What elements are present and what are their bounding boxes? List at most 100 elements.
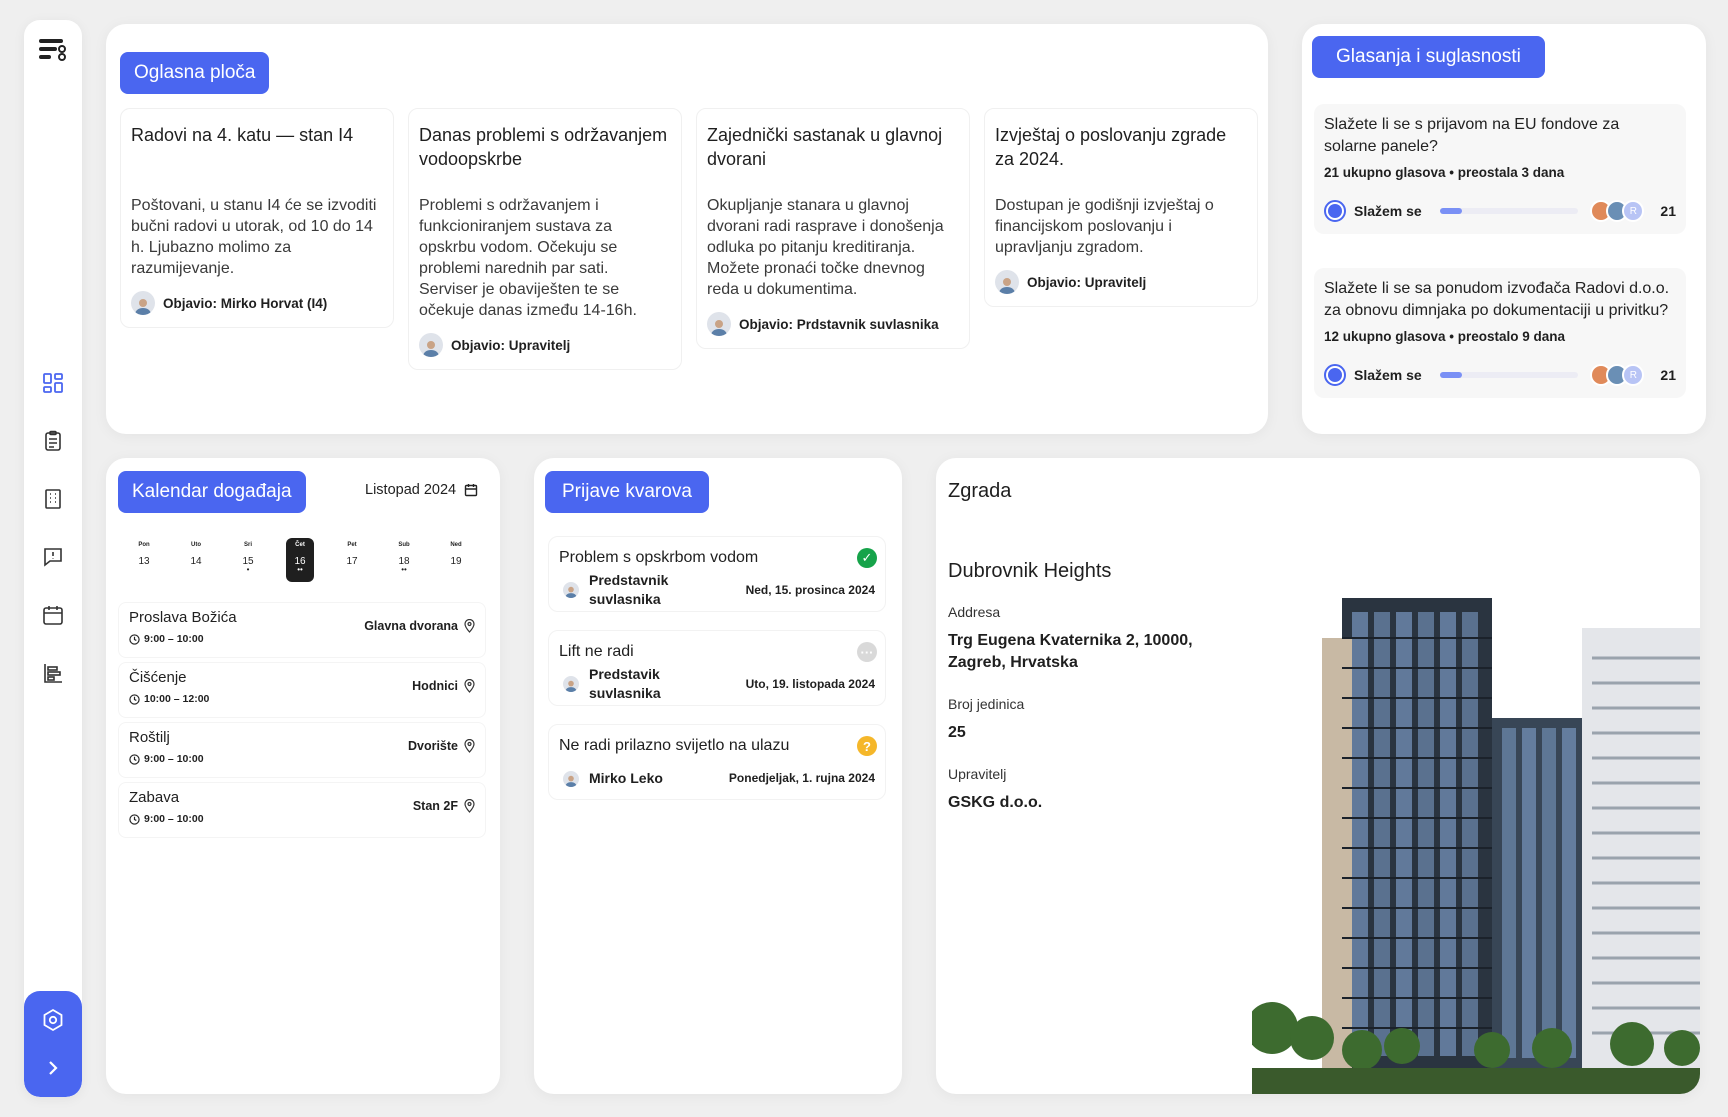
calendar-day[interactable]: Sub 18 •• [390,538,418,582]
day-num: 13 [138,556,150,567]
event-item[interactable]: Proslava Božića 9:00 – 10:00 Glavna dvor… [118,602,486,658]
event-title: Proslava Božića [129,609,237,626]
fault-reporter: Mirko Leko [563,769,663,788]
building-icon[interactable] [40,486,66,512]
avatar [419,333,443,357]
chevron-right-icon[interactable] [40,1055,66,1081]
notice-board-title: Oglasna ploča [120,52,270,94]
poll-question: Slažete li se s prijavom na EU fondove z… [1324,116,1620,155]
notice-item[interactable]: Radovi na 4. katu — stan I4 Poštovani, u… [120,108,394,328]
poll-option-label: Slažem se [1354,367,1422,383]
sidebar [24,20,82,1097]
calendar-day[interactable]: Ned 19 [442,538,470,582]
poll-count: 21 [1660,203,1676,219]
clipboard-icon[interactable] [40,428,66,454]
fault-item[interactable]: Ne radi prilazno svijetlo na ulazu ? Mir… [548,724,886,800]
poll-option[interactable]: Slažem se R 21 [1324,188,1676,234]
address-label: Addresa [948,604,1001,620]
notice-item[interactable]: Izvještaj o poslovanju zgrade za 2024. D… [984,108,1258,307]
building-name: Dubrovnik Heights [948,560,1112,582]
fault-date: Uto, 19. listopada 2024 [745,677,875,691]
notice-author: Objavio: Mirko Horvat (I4) [131,291,383,315]
poll-radio[interactable] [1324,364,1346,386]
fault-item[interactable]: Problem s opskrbom vodom ✓ Predstavnik s… [548,536,886,612]
poll-radio[interactable] [1324,200,1346,222]
pin-icon [464,799,475,813]
day-name: Sri [243,542,252,548]
fault-item[interactable]: Lift ne radi ··· Predstavik suvlasnika U… [548,630,886,706]
day-dots: •• [401,565,407,574]
pin-icon [464,739,475,753]
pin-icon [464,679,475,693]
calendar-day[interactable]: Uto 14 [182,538,210,582]
calendar-day[interactable]: Pon 13 [130,538,158,582]
notice-author: Objavio: Prdstavnik suvlasnika [707,312,959,336]
check-icon: ✓ [857,548,877,568]
dashboard-icon[interactable] [40,370,66,396]
poll-progress-bar [1439,208,1579,214]
day-dots: •• [297,565,303,574]
day-num: 17 [346,556,358,567]
fault-reporter: Predstavik suvlasnika [563,665,689,703]
avatar [131,291,155,315]
poll-option[interactable]: Slažem se R 21 [1324,352,1676,398]
polls-title: Glasanja i suglasnosti [1312,36,1545,78]
polls-card: Glasanja i suglasnosti Slažete li se s p… [1302,24,1706,434]
event-title: Roštilj [129,729,170,746]
day-name: Uto [191,542,201,548]
day-name: Čet [295,542,305,548]
notice-body: Poštovani, u stanu I4 će se izvoditi buč… [131,197,377,277]
fault-title: Ne radi prilazno svijetlo na ulazu [559,737,790,754]
fault-title: Problem s opskrbom vodom [559,549,759,566]
chart-icon[interactable] [40,660,66,686]
clock-icon [129,693,140,705]
calendar-icon[interactable] [40,602,66,628]
units-label: Broj jedinica [948,696,1025,712]
event-item[interactable]: Roštilj 9:00 – 10:00 Dvorište [118,722,486,778]
pin-icon [464,619,475,633]
day-dots: • [246,565,250,574]
message-icon[interactable] [40,544,66,570]
clock-icon [129,753,140,765]
poll-progress-bar [1439,372,1579,378]
event-title: Zabava [129,789,180,806]
sidebar-bottom-panel [24,991,82,1097]
event-item[interactable]: Čišćenje 10:00 – 12:00 Hodnici [118,662,486,718]
units-value: 25 [948,724,966,741]
settings-icon[interactable] [40,1007,66,1033]
event-item[interactable]: Zabava 9:00 – 10:00 Stan 2F [118,782,486,838]
notice-body: Problemi s održavanjem i funkcioniranjem… [419,197,637,319]
notice-title: Danas problemi s održavanjem vodoopskrbe [419,125,668,169]
notice-title: Izvještaj o poslovanju zgrade za 2024. [995,125,1227,169]
calendar-day[interactable]: Pet 17 [338,538,366,582]
day-name: Ned [450,542,462,548]
avatar [995,270,1019,294]
notice-item[interactable]: Zajednički sastanak u glavnoj dvorani Ok… [696,108,970,349]
notice-body: Okupljanje stanara u glavnoj dvorani rad… [707,197,944,298]
notice-title: Zajednički sastanak u glavnoj dvorani [707,125,943,169]
manager-value: GSKG d.o.o. [948,794,1043,811]
event-location: Glavna dvorana [364,619,475,633]
poll-meta: 21 ukupno glasova • preostala 3 dana [1324,165,1565,180]
poll-item: Slažete li se s prijavom na EU fondove z… [1314,104,1686,234]
calendar-day[interactable]: Čet 16 •• [286,538,314,582]
month-selector[interactable]: Listopad 2024 [365,482,478,498]
event-title: Čišćenje [129,669,187,686]
address-value: Trg Eugena Kvaternika 2, 10000, Zagreb, … [948,632,1193,671]
notice-title: Radovi na 4. katu — stan I4 [131,125,354,145]
avatar [707,312,731,336]
pending-icon: ··· [857,642,877,662]
notice-item[interactable]: Danas problemi s održavanjem vodoopskrbe… [408,108,682,370]
event-time: 10:00 – 12:00 [129,693,209,705]
fault-date: Ned, 15. prosinca 2024 [745,583,875,597]
fault-title: Lift ne radi [559,643,634,660]
notice-body: Dostupan je godišnji izvještaj o financi… [995,197,1214,256]
logo-icon[interactable] [37,35,69,67]
poll-item: Slažete li se sa ponudom izvođača Radovi… [1314,268,1686,398]
fault-date: Ponedjeljak, 1. rujna 2024 [728,771,875,785]
faults-title: Prijave kvarova [545,471,709,513]
event-location: Dvorište [408,739,475,753]
poll-question: Slažete li se sa ponudom izvođača Radovi… [1324,280,1670,319]
calendar-day[interactable]: Sri 15 • [234,538,262,582]
notice-author: Objavio: Upravitelj [995,270,1247,294]
